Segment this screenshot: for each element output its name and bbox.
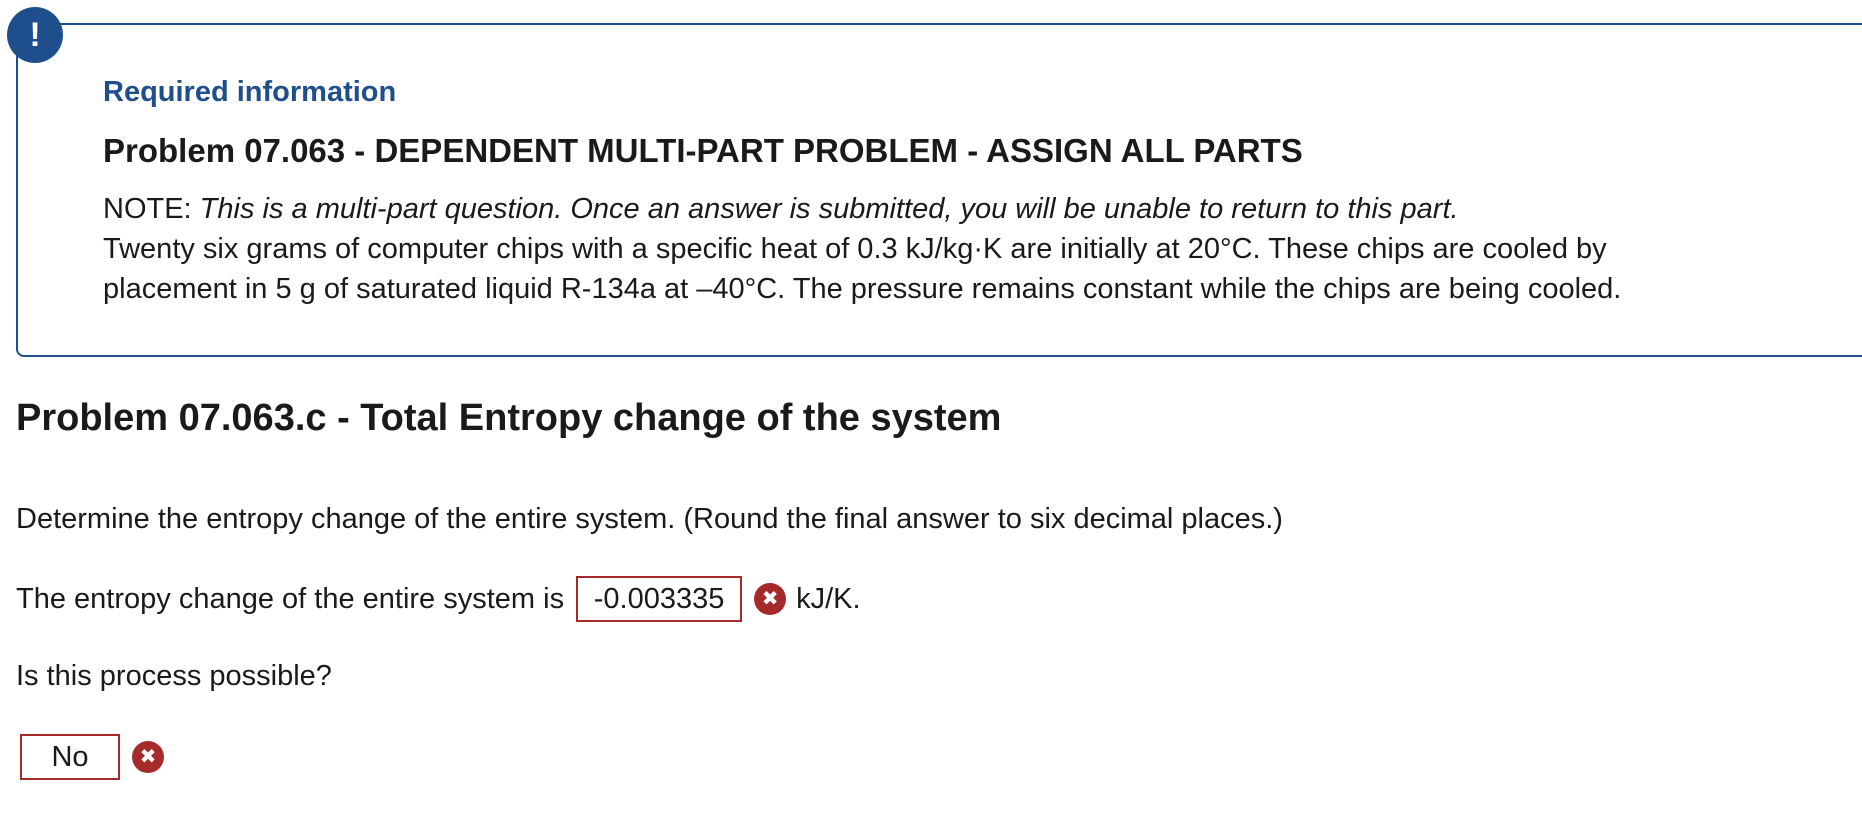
incorrect-icon: ✖	[754, 583, 787, 615]
possible-select[interactable]: No	[20, 734, 120, 780]
required-info-label: Required information	[103, 76, 397, 108]
answer-row: The entropy change of the entire system …	[16, 576, 861, 622]
answer-unit: kJ/K.	[796, 582, 861, 615]
problem-title: Problem 07.063 - DEPENDENT MULTI-PART PR…	[103, 132, 1303, 169]
entropy-answer-input[interactable]: -0.003335	[576, 576, 743, 622]
note-text: This is a multi-part question. Once an a…	[199, 193, 1459, 225]
select-row: No ✖	[20, 734, 164, 780]
problem-statement: Twenty six grams of computer chips with …	[103, 229, 1621, 309]
part-title: Problem 07.063.c - Total Entropy change …	[16, 397, 1002, 439]
note-line: NOTE: This is a multi-part question. Onc…	[103, 193, 1459, 226]
exclamation-icon: !	[7, 7, 63, 63]
answer-prefix: The entropy change of the entire system …	[16, 582, 565, 615]
note-prefix: NOTE:	[103, 193, 200, 225]
statement-line-2: placement in 5 g of saturated liquid R-1…	[103, 273, 1622, 305]
question-text: Determine the entropy change of the enti…	[16, 503, 1283, 535]
incorrect-icon: ✖	[132, 741, 164, 773]
question-2-text: Is this process possible?	[16, 660, 332, 692]
statement-line-1: Twenty six grams of computer chips with …	[103, 233, 1607, 265]
